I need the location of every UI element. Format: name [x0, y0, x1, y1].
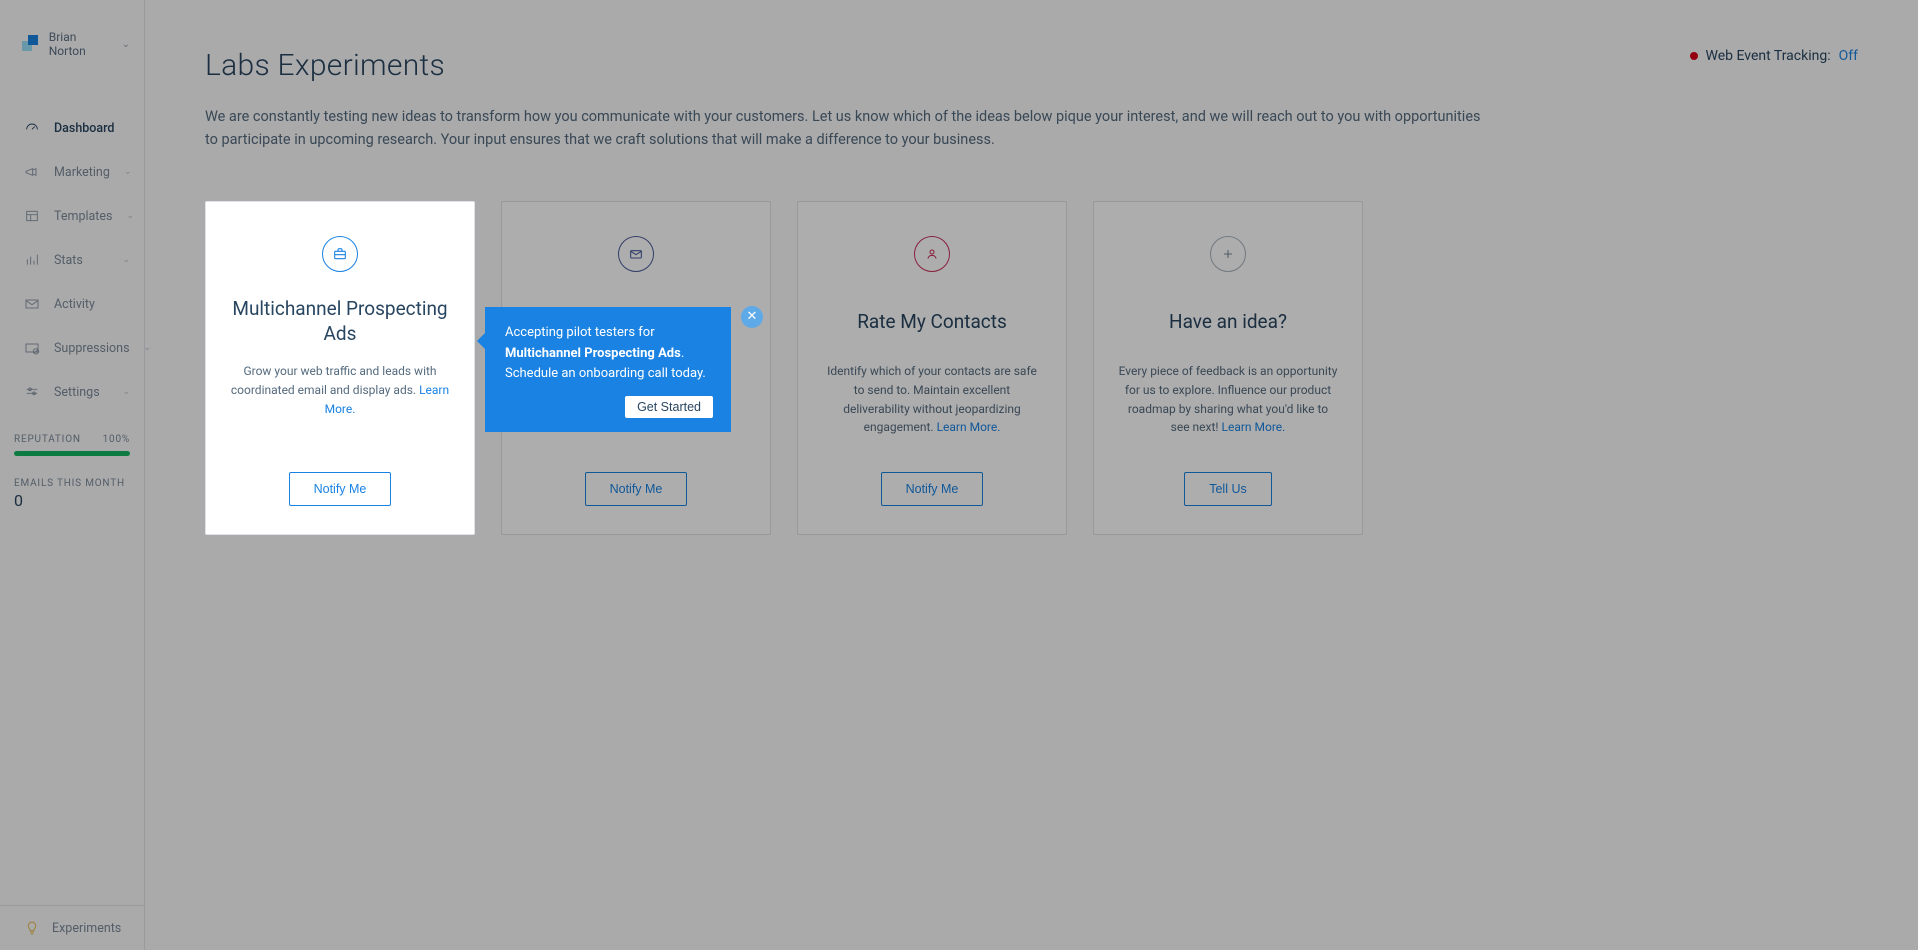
- close-icon[interactable]: ✕: [741, 306, 763, 328]
- onboarding-popover: ✕ Accepting pilot testers for Multichann…: [485, 307, 731, 431]
- popover-text: Accepting pilot testers for Multichannel…: [505, 323, 713, 383]
- get-started-button[interactable]: Get Started: [625, 396, 713, 418]
- spotlight-highlight: [205, 201, 475, 535]
- onboarding-overlay: ✕ Accepting pilot testers for Multichann…: [0, 0, 1918, 950]
